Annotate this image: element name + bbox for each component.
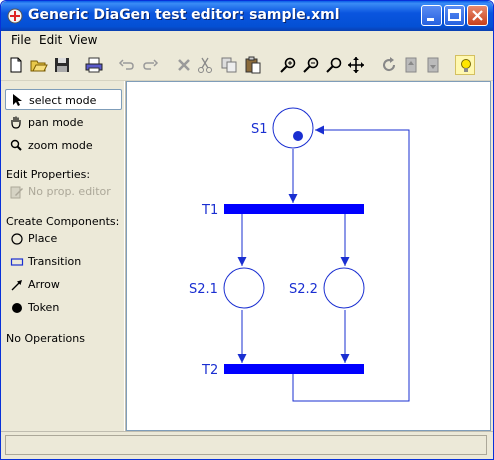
close-button[interactable]: [467, 5, 488, 26]
toolbar: [1, 50, 493, 81]
transition-t1[interactable]: [224, 204, 364, 214]
close-icon: [472, 10, 483, 21]
mode-select[interactable]: select mode: [5, 89, 122, 110]
menu-file[interactable]: File: [11, 33, 31, 47]
layout-up-button[interactable]: [401, 55, 421, 75]
diagram-canvas[interactable]: S1 S2.1 S2.2 T1 T2: [126, 81, 491, 431]
sidebar: select mode pan mode zoom mode Edit Prop…: [1, 81, 124, 431]
zoom-icon: [326, 57, 342, 73]
open-folder-icon: [30, 60, 48, 72]
floppy-disk-icon: [55, 58, 69, 72]
arc-t2-s1[interactable]: [292, 125, 410, 402]
no-prop-editor-label: No prop. editor: [28, 185, 111, 198]
scissors-icon: [198, 57, 212, 73]
menu-view[interactable]: View: [69, 33, 97, 47]
hand-icon: [11, 116, 21, 129]
create-arrow[interactable]: Arrow: [6, 275, 121, 295]
document-up-icon: [405, 57, 417, 73]
create-place-label: Place: [28, 232, 58, 245]
menu-edit[interactable]: Edit: [39, 33, 62, 47]
delete-button[interactable]: [174, 55, 194, 75]
petri-net-diagram[interactable]: S1 S2.1 S2.2 T1 T2: [127, 82, 490, 430]
menu-bar: File Edit View: [1, 31, 493, 50]
app-icon: [7, 8, 23, 24]
create-place[interactable]: Place: [6, 229, 121, 249]
create-token[interactable]: Token: [6, 298, 121, 318]
magnifier-icon: [10, 139, 22, 151]
create-token-label: Token: [28, 301, 60, 314]
maximize-button[interactable]: [444, 5, 465, 26]
lightbulb-icon: [461, 59, 471, 72]
refresh-button[interactable]: [379, 55, 399, 75]
mode-select-label: select mode: [29, 94, 97, 107]
mode-pan[interactable]: pan mode: [5, 112, 122, 133]
mode-pan-label: pan mode: [28, 116, 84, 129]
mode-zoom-label: zoom mode: [28, 139, 93, 152]
cut-button[interactable]: [195, 55, 215, 75]
zoom-reset-button[interactable]: [324, 55, 344, 75]
undo-icon: [118, 59, 134, 70]
layout-down-button[interactable]: [423, 55, 443, 75]
mode-zoom[interactable]: zoom mode: [5, 135, 122, 156]
copy-button[interactable]: [219, 55, 239, 75]
arrow-icon: [11, 280, 22, 291]
paste-button[interactable]: [243, 55, 263, 75]
circle-outline-icon: [11, 233, 23, 245]
place-label-s1: S1: [251, 122, 268, 137]
hint-button[interactable]: [455, 55, 475, 75]
zoom-in-icon: [280, 57, 296, 73]
zoom-in-button[interactable]: [278, 55, 298, 75]
place-label-s2-2: S2.2: [289, 282, 318, 297]
place-s2-1[interactable]: [223, 267, 265, 309]
new-file-icon: [10, 57, 22, 73]
redo-button[interactable]: [140, 55, 160, 75]
save-button[interactable]: [52, 55, 72, 75]
create-arrow-label: Arrow: [28, 278, 60, 291]
transition-label-t1: T1: [201, 203, 218, 218]
move-arrows-icon: [348, 57, 364, 73]
refresh-icon: [383, 57, 396, 72]
edit-properties-header: Edit Properties:: [6, 168, 91, 181]
status-field: [5, 435, 487, 455]
transition-t2[interactable]: [224, 364, 364, 374]
window-title: Generic DiaGen test editor: sample.xml: [28, 7, 340, 23]
minimize-button[interactable]: [421, 5, 442, 26]
operations-text: No Operations: [6, 332, 85, 345]
status-bar: [1, 431, 493, 459]
title-bar[interactable]: Generic DiaGen test editor: sample.xml: [1, 1, 493, 31]
edit-pencil-icon: [10, 186, 23, 199]
rectangle-outline-icon: [10, 258, 24, 266]
paste-clipboard-icon: [245, 56, 261, 74]
new-file-button[interactable]: [6, 55, 26, 75]
token[interactable]: [293, 131, 303, 141]
create-components-header: Create Components:: [6, 215, 120, 228]
delete-x-icon: [178, 59, 190, 71]
undo-button[interactable]: [117, 55, 137, 75]
zoom-out-button[interactable]: [301, 55, 321, 75]
document-down-icon: [427, 57, 439, 73]
transition-label-t2: T2: [201, 363, 218, 378]
maximize-icon: [448, 9, 461, 21]
print-button[interactable]: [84, 55, 104, 75]
minimize-icon: [427, 18, 434, 21]
move-button[interactable]: [346, 55, 366, 75]
printer-icon: [85, 57, 103, 73]
copy-icon: [221, 57, 237, 73]
filled-dot-icon: [12, 303, 22, 313]
app-window: Generic DiaGen test editor: sample.xml F…: [0, 0, 494, 460]
prop-editor-item: No prop. editor: [6, 182, 121, 202]
open-file-button[interactable]: [29, 55, 49, 75]
arrow-pointer-icon: [13, 94, 22, 106]
create-transition[interactable]: Transition: [6, 252, 121, 272]
zoom-out-icon: [303, 57, 319, 73]
place-label-s2-1: S2.1: [189, 282, 218, 297]
place-s2-2[interactable]: [323, 267, 365, 309]
place-s1[interactable]: [272, 107, 314, 149]
redo-icon: [143, 59, 159, 70]
create-transition-label: Transition: [28, 255, 82, 268]
